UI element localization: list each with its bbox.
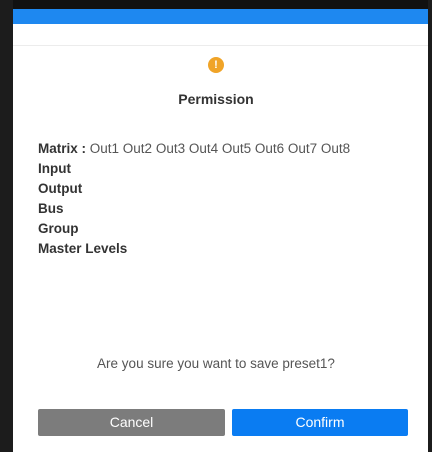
- permission-output: Output: [38, 181, 83, 196]
- cancel-button[interactable]: Cancel: [38, 409, 225, 436]
- matrix-outputs: Out1 Out2 Out3 Out4 Out5 Out6 Out7 Out8: [89, 141, 351, 156]
- confirm-button[interactable]: Confirm: [232, 409, 408, 436]
- permission-input: Input: [38, 161, 71, 176]
- screen: ! Permission Matrix : Out1 Out2 Out3 Out…: [0, 0, 432, 452]
- dialog-divider: [13, 45, 428, 46]
- warning-icon: !: [208, 57, 224, 73]
- window-top-edge: [0, 0, 432, 9]
- dialog-title-bar[interactable]: [13, 9, 428, 24]
- matrix-row: Matrix : Out1 Out2 Out3 Out4 Out5 Out6 O…: [38, 139, 418, 159]
- permission-master-levels: Master Levels: [38, 241, 128, 256]
- window-right-edge: [428, 0, 432, 452]
- permission-group: Group: [38, 221, 79, 236]
- confirm-question: Are you sure you want to save preset1?: [97, 356, 335, 371]
- dialog-title: Permission: [178, 91, 254, 107]
- matrix-label: Matrix :: [38, 141, 87, 156]
- permission-list: Matrix : Out1 Out2 Out3 Out4 Out5 Out6 O…: [38, 139, 418, 259]
- permission-bus: Bus: [38, 201, 64, 216]
- window-left-edge: [0, 0, 13, 452]
